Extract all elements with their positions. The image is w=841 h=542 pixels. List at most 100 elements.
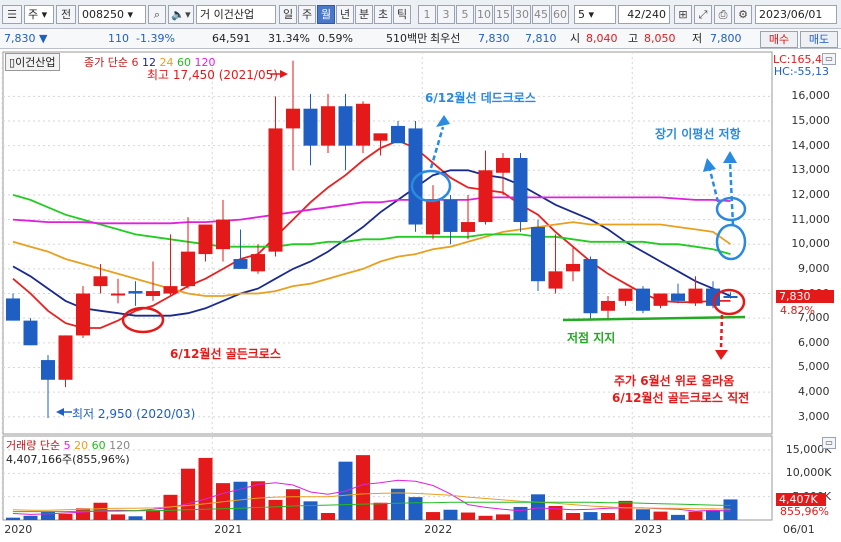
- candle-body: [461, 222, 475, 232]
- volume-bar: [146, 510, 160, 520]
- high-annotation: 최고 17,450 (2021/05): [147, 68, 278, 82]
- candle-body: [303, 108, 318, 146]
- candle: [198, 224, 213, 262]
- volume-bar: [23, 515, 38, 520]
- price-tick-label: 11,000: [791, 212, 830, 226]
- volume-bar: [128, 516, 143, 520]
- volume-bar: [601, 513, 615, 520]
- candle: [163, 234, 178, 296]
- ma-line-24: [12, 221, 732, 297]
- candle: [548, 234, 563, 294]
- candle-body: [548, 271, 563, 289]
- forecast-annotation-2: 6/12월선 골든크로스 직전: [612, 391, 750, 405]
- candle-body: [58, 335, 73, 380]
- candle: [531, 219, 545, 292]
- candle-body: [356, 103, 370, 146]
- volume-bar: [496, 514, 510, 520]
- price-tick-label: 10,000: [791, 237, 830, 251]
- high-arrowhead: [280, 70, 288, 78]
- candle-body: [688, 288, 703, 304]
- candle: [303, 93, 318, 166]
- volume-bar: [688, 511, 703, 520]
- price-tick-label: 4,000: [798, 385, 830, 399]
- volume-bar: [706, 510, 720, 520]
- current-pct-badge: 4.82%: [780, 304, 815, 317]
- candle: [478, 150, 493, 225]
- resist-arrow-2: [728, 161, 735, 226]
- candle-body: [338, 106, 353, 146]
- golden-cross-circle: [121, 306, 165, 334]
- candle: [583, 256, 598, 321]
- volume-bar: [531, 494, 545, 520]
- volume-bar: [443, 509, 458, 520]
- volume-bar: [58, 513, 73, 520]
- price-tick-label: 6,000: [798, 335, 830, 349]
- candle-body: [653, 293, 668, 306]
- candle: [671, 283, 685, 304]
- volume-value: 4,407,166주(855,96%): [6, 453, 130, 466]
- candle-body: [321, 106, 335, 146]
- dead-cross-annotation: 6/12월선 데드크로스: [425, 91, 536, 105]
- volume-bar: [478, 515, 493, 520]
- candle-body: [373, 133, 388, 141]
- volume-bar: [408, 497, 423, 520]
- candle-body: [583, 259, 598, 314]
- candle-body: [233, 259, 248, 269]
- candle-body: [23, 320, 38, 346]
- volume-bar: [76, 508, 90, 520]
- candle: [181, 217, 195, 289]
- price-tick-label: 15,000: [791, 114, 830, 127]
- candle: [618, 288, 633, 306]
- volume-bar: [268, 499, 283, 520]
- candle: [321, 93, 335, 154]
- candle-body: [618, 288, 633, 301]
- price-tick-label: 12,000: [791, 187, 830, 201]
- candle: [653, 293, 668, 309]
- low-arrowhead: [56, 408, 64, 416]
- volume-bar: [513, 506, 528, 520]
- support-annotation: 저점 지지: [567, 331, 616, 345]
- candle-body: [268, 128, 283, 252]
- volume-bar: [653, 511, 668, 520]
- annotation-marks: [56, 70, 747, 416]
- year-tick-label: 2022: [424, 523, 453, 536]
- forecast-arrow: [719, 314, 724, 350]
- candle-body: [531, 226, 545, 282]
- candle: [216, 199, 230, 262]
- price-tick-label: 3,000: [798, 409, 830, 423]
- hc-label: HC:-55,13: [773, 65, 829, 78]
- volume-tick-label: 10,000K: [785, 466, 832, 480]
- forecast-annotation-1: 주가 6월선 위로 올라옴: [614, 374, 735, 388]
- candle-body: [128, 291, 143, 294]
- candle: [461, 194, 475, 240]
- resist-annotation: 장기 이평선 저항: [655, 127, 741, 141]
- candle: [688, 276, 703, 306]
- volume-bar: [618, 500, 633, 520]
- volume-bar: [356, 455, 370, 520]
- candle-body: [181, 251, 195, 287]
- candle: [391, 121, 405, 144]
- panel-collapse-icon[interactable]: ▭: [822, 53, 836, 65]
- candle: [58, 335, 73, 388]
- candle: [233, 229, 248, 269]
- volume-bar: [636, 509, 650, 520]
- panel-name-tab[interactable]: ▯이건산업: [5, 53, 60, 71]
- panel-name: 이건산업: [15, 56, 56, 69]
- candle-body: [426, 199, 440, 235]
- price-tick-label: 16,000: [791, 89, 830, 103]
- candle-body: [601, 300, 615, 311]
- ma-legend-6: 6: [131, 56, 139, 69]
- candle: [496, 153, 510, 195]
- forecast-arrowhead: [715, 350, 728, 360]
- candle-body: [216, 219, 230, 250]
- volume-bar: [286, 489, 300, 520]
- collapse-icon[interactable]: ▭: [822, 437, 836, 449]
- candle: [426, 185, 440, 240]
- candle-body: [111, 293, 125, 296]
- volume-bar: [181, 468, 195, 520]
- candle-body: [671, 293, 685, 301]
- resist-arrow-1: [708, 169, 720, 203]
- candle-body: [41, 360, 55, 380]
- golden-cross-annotation: 6/12월선 골든크로스: [170, 347, 281, 361]
- candle-body: [93, 276, 108, 287]
